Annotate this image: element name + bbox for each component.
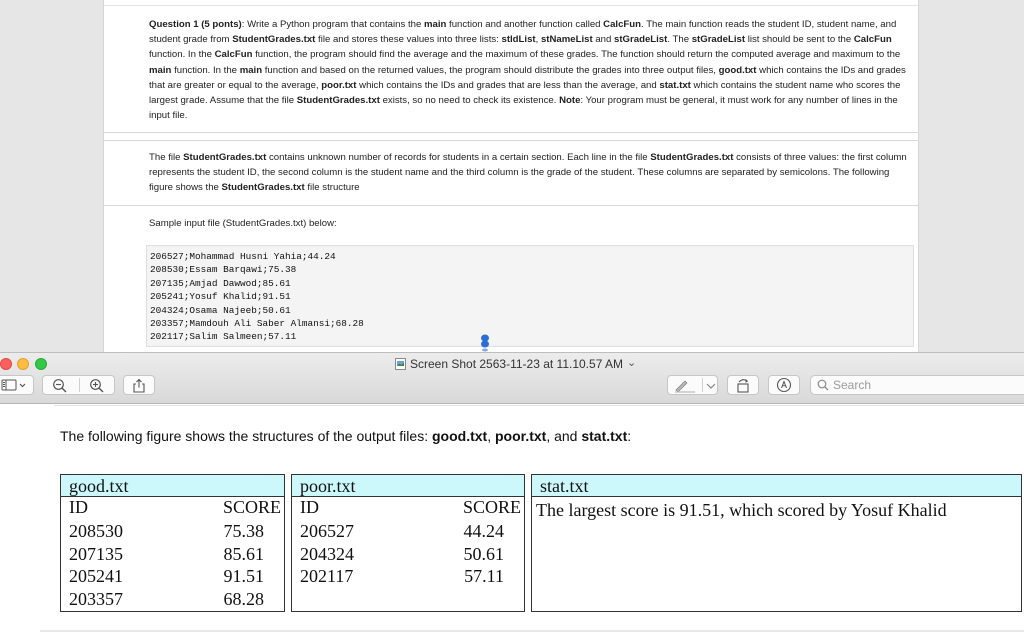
markup-button-group[interactable]: [667, 375, 718, 395]
table-header: stat.txt: [532, 475, 1021, 497]
search-input[interactable]: [833, 378, 1013, 392]
good-txt-table: good.txt ID SCORE 208530 75.38 207135 85.61…: [60, 474, 285, 612]
window-titlebar: Screen Shot 2563-11-23 at 11.10.57 AM ⌄: [0, 352, 1024, 404]
minimize-window-button[interactable]: [17, 358, 29, 370]
question-title: Question 1 (5 ponts): [149, 19, 242, 30]
row-id-cell: 202117: [300, 566, 354, 587]
code-line: 203357;Mamdouh Ali Saber Almansi;68.28: [150, 318, 364, 329]
toolbar-divider: [702, 378, 703, 392]
image-file-icon: [395, 358, 406, 370]
table-title: poor.txt: [300, 476, 356, 496]
column-header-score: SCORE: [462, 497, 521, 517]
search-icon: [817, 379, 829, 391]
markup-icon: [776, 377, 792, 393]
zoom-in-icon[interactable]: [89, 378, 105, 393]
row-id-cell: 203357: [69, 588, 123, 609]
sidebar-icon: [1, 379, 26, 391]
window-title[interactable]: Screen Shot 2563-11-23 at 11.10.57 AM ⌄: [395, 356, 636, 372]
title-chevron-icon: ⌄: [627, 356, 637, 369]
markup-toolbar-button[interactable]: [768, 375, 800, 395]
table-title: stat.txt: [540, 476, 589, 496]
document-page: Question 1 (5 ponts): Write a Python pro…: [103, 0, 919, 352]
row-score-cell: 57.11: [464, 566, 504, 587]
close-window-button[interactable]: [0, 358, 12, 370]
row-score-cell: 44.24: [463, 521, 505, 541]
column-header-id: ID: [69, 497, 88, 517]
stat-txt-table: stat.txt The largest score is 91.51, whi…: [531, 474, 1022, 612]
search-field[interactable]: [810, 375, 1024, 395]
code-line: 202117;Salim Salmeen;57.11: [150, 331, 297, 343]
sample-input-label: Sample input file (StudentGrades.txt) be…: [149, 218, 337, 229]
window-title-text: Screen Shot 2563-11-23 at 11.10.57 AM: [410, 357, 624, 371]
code-line: 205241;Yosuf Khalid;91.51: [150, 291, 291, 303]
row-id-cell: 206527: [300, 521, 354, 541]
table-title: good.txt: [69, 476, 129, 496]
background-document-area: Question 1 (5 ponts): Write a Python pro…: [0, 0, 1024, 352]
column-header-score: SCORE: [222, 497, 281, 517]
file-description-text: The file StudentGrades.txt contains unkn…: [149, 152, 907, 194]
row-score-cell: 68.28: [223, 588, 265, 609]
row-score-cell: 75.38: [223, 521, 265, 541]
row-id-cell: 207135: [69, 543, 123, 564]
row-id-cell: 208530: [69, 521, 123, 541]
row-score-cell: 85.61: [223, 543, 265, 564]
row-id-cell: 204324: [300, 543, 354, 564]
rotate-icon: [737, 378, 749, 393]
zoom-button-group: [42, 375, 115, 395]
code-line: 206527;Mohammad Husni Yahia;44.24: [150, 251, 336, 262]
row-score-cell: 91.51: [223, 566, 265, 587]
question-text: Question 1 (5 ponts): Write a Python pro…: [149, 17, 908, 123]
preview-document: The following figure shows the structure…: [0, 405, 1024, 633]
zoom-window-button[interactable]: [35, 358, 47, 370]
row-id-cell: 205241: [69, 566, 123, 587]
sample-input-code-block: 206527;Mohammad Husni Yahia;44.24 208530;…: [146, 245, 914, 347]
divider: [40, 630, 1024, 632]
rotate-button[interactable]: [727, 375, 759, 395]
question-body: : Write a Python program that contains t…: [149, 19, 906, 122]
stat-result-text: The largest score is 91.51, which scored…: [536, 500, 947, 520]
pen-icon: [675, 380, 695, 393]
code-line: 208530;Essam Barqawi;75.38: [150, 264, 297, 276]
table-header: poor.txt: [292, 475, 524, 497]
divider: [54, 405, 1024, 406]
toolbar-divider: [79, 378, 80, 392]
column-header-id: ID: [300, 497, 319, 517]
code-line: 204324;Osama Najeeb;50.61: [150, 304, 291, 316]
chevron-down-icon: [706, 383, 716, 389]
share-icon: [133, 378, 145, 393]
zoom-out-icon[interactable]: [52, 378, 68, 393]
code-line: 207135;Amjad Dawwod;85.61: [150, 277, 291, 289]
poor-txt-table: poor.txt ID SCORE 206527 44.24 204324 50.61…: [291, 474, 525, 612]
scroll-marker-icon: [481, 334, 489, 352]
row-score-cell: 50.61: [463, 543, 505, 564]
table-header: good.txt: [61, 475, 284, 497]
sidebar-view-button[interactable]: [0, 375, 34, 395]
share-button[interactable]: [123, 375, 155, 395]
figure-caption: The following figure shows the structure…: [60, 428, 632, 444]
